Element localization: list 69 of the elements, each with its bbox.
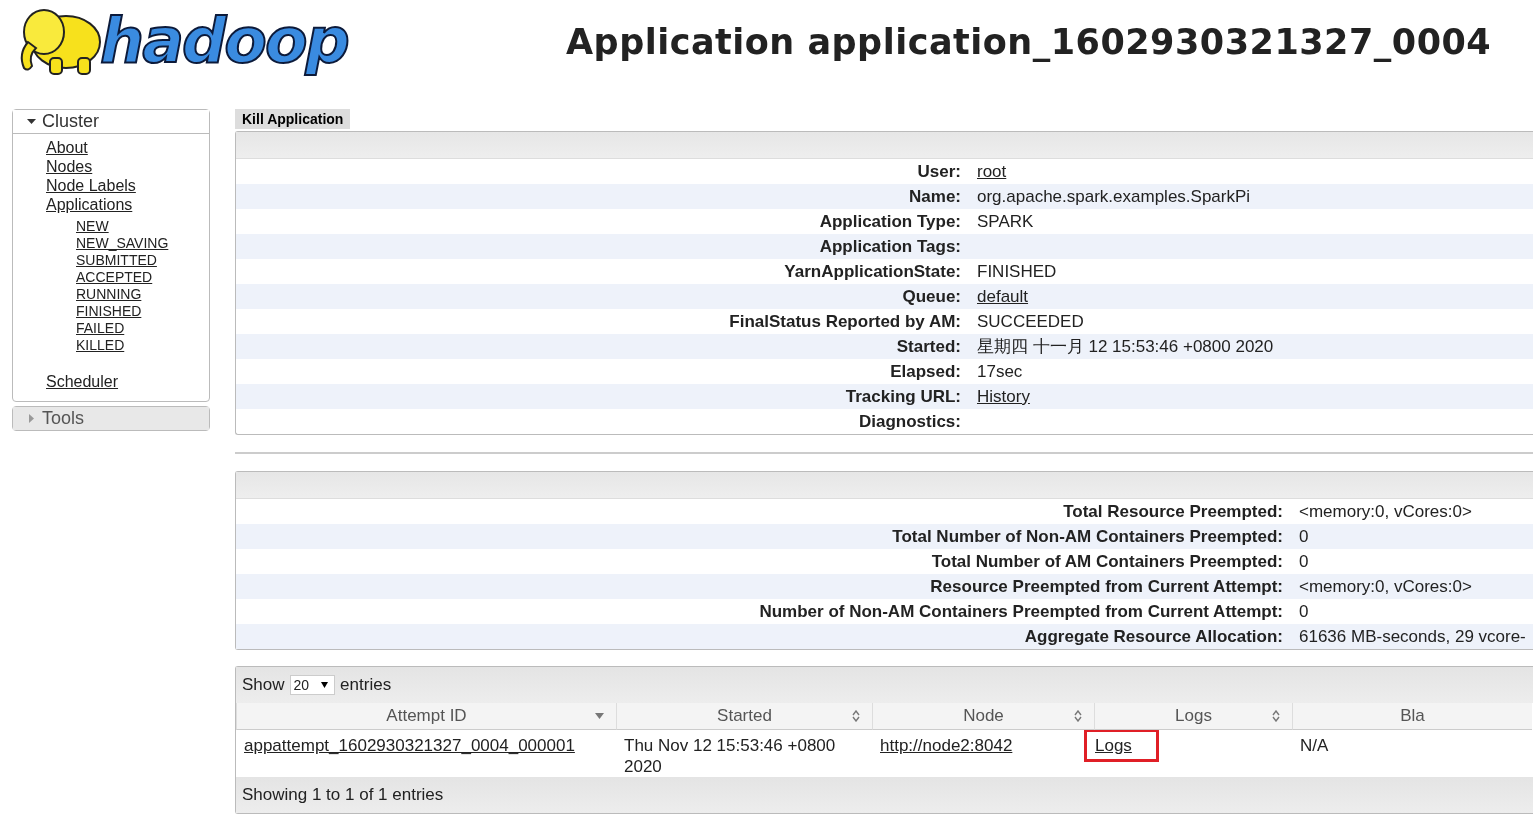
column-header[interactable]: Logs [1094, 703, 1292, 730]
info-value: <memory:0, vCores:0> [1299, 576, 1472, 597]
sidebar-link[interactable]: RUNNING [76, 286, 142, 302]
table-link[interactable]: appattempt_1602930321327_0004_000001 [244, 736, 575, 755]
info-link[interactable]: root [977, 161, 1007, 181]
sidebar-link[interactable]: NEW [76, 218, 109, 234]
section-title: Tools [42, 408, 85, 429]
sidebar-section-header[interactable]: Cluster [13, 110, 209, 134]
info-link[interactable]: History [977, 386, 1030, 406]
table-cell: N/A [1300, 736, 1329, 755]
info-value: 星期四 十一月 12 15:53:46 +0800 2020 [977, 337, 1274, 356]
info-value: 61636 MB-seconds, 29 vcore- [1299, 626, 1526, 647]
info-value: 17sec [977, 361, 1023, 381]
table-info: Showing 1 to 1 of 1 entries [242, 785, 444, 805]
info-label: Total Resource Preempted: [1062, 501, 1283, 522]
info-label: Diagnostics: [857, 411, 961, 432]
sidebar-link[interactable]: SUBMITTED [76, 252, 157, 268]
info-label: YarnApplicationState: [783, 261, 961, 282]
table-link[interactable]: http://node2:8042 [880, 736, 1013, 755]
sidebar-link[interactable]: FINISHED [76, 303, 142, 319]
info-label: Queue: [901, 286, 961, 307]
info-value: SPARK [977, 211, 1034, 231]
sidebar-link[interactable]: Nodes [46, 158, 93, 175]
info-value: SUCCEEDED [977, 311, 1084, 331]
info-label: Resource Preempted from Current Attempt: [929, 576, 1283, 597]
sidebar-link[interactable]: Node Labels [46, 177, 136, 194]
expand-icon [27, 117, 36, 126]
info-label: Aggregate Resource Allocation: [1023, 626, 1283, 647]
info-label: FinalStatus Reported by AM: [728, 311, 961, 332]
info-label: Application Type: [818, 211, 961, 232]
info-value: org.apache.spark.examples.SparkPi [977, 186, 1251, 206]
info-label: Number of Non-AM Containers Preempted from Current Attempt: [758, 601, 1283, 622]
dropdown-icon [321, 682, 329, 688]
section-title: Cluster [42, 111, 99, 132]
info-value: 0 [1299, 601, 1309, 622]
info-link[interactable]: default [977, 286, 1029, 306]
column-header[interactable]: Started [616, 703, 872, 730]
sidebar-link[interactable]: NEW_SAVING [76, 235, 169, 251]
page-title: Application application_1602930321327_0004 [566, 22, 1492, 62]
column-header[interactable]: Attempt ID [236, 703, 616, 730]
info-label: Name: [908, 186, 961, 207]
page-size-select[interactable]: 20 [289, 675, 336, 695]
info-value: 0 [1299, 526, 1309, 547]
info-label: User: [916, 161, 961, 182]
info-value: <memory:0, vCores:0> [1299, 501, 1472, 522]
sidebar-link[interactable]: Applications [46, 196, 133, 213]
sidebar-section-header[interactable]: Tools [13, 407, 209, 430]
info-label: Application Tags: [818, 236, 961, 257]
column-header[interactable]: Node [872, 703, 1094, 730]
info-label: Total Number of Non-AM Containers Preempted: [891, 526, 1283, 547]
column-header[interactable]: Bla [1292, 703, 1532, 730]
show-label: Show [242, 675, 285, 695]
kill-application-button[interactable]: Kill Application [235, 109, 351, 129]
sidebar-link[interactable]: Scheduler [46, 373, 119, 390]
sidebar-link[interactable]: About [46, 139, 88, 156]
info-label: Tracking URL: [844, 386, 961, 407]
logo-text: hadoop [100, 3, 348, 77]
table-cell: Thu Nov 12 15:53:46 +0800 2020 [624, 736, 836, 776]
entries-label: entries [340, 675, 392, 695]
info-value: 0 [1299, 551, 1309, 572]
info-value: FINISHED [977, 261, 1057, 281]
info-label: Elapsed: [889, 361, 961, 382]
sidebar-link[interactable]: FAILED [76, 320, 125, 336]
expand-icon [27, 414, 36, 423]
info-label: Total Number of AM Containers Preempted: [930, 551, 1283, 572]
sidebar-link[interactable]: ACCEPTED [76, 269, 153, 285]
table-link[interactable]: Logs [1087, 732, 1156, 759]
info-label: Started: [895, 336, 961, 357]
sidebar-link[interactable]: KILLED [76, 337, 125, 353]
